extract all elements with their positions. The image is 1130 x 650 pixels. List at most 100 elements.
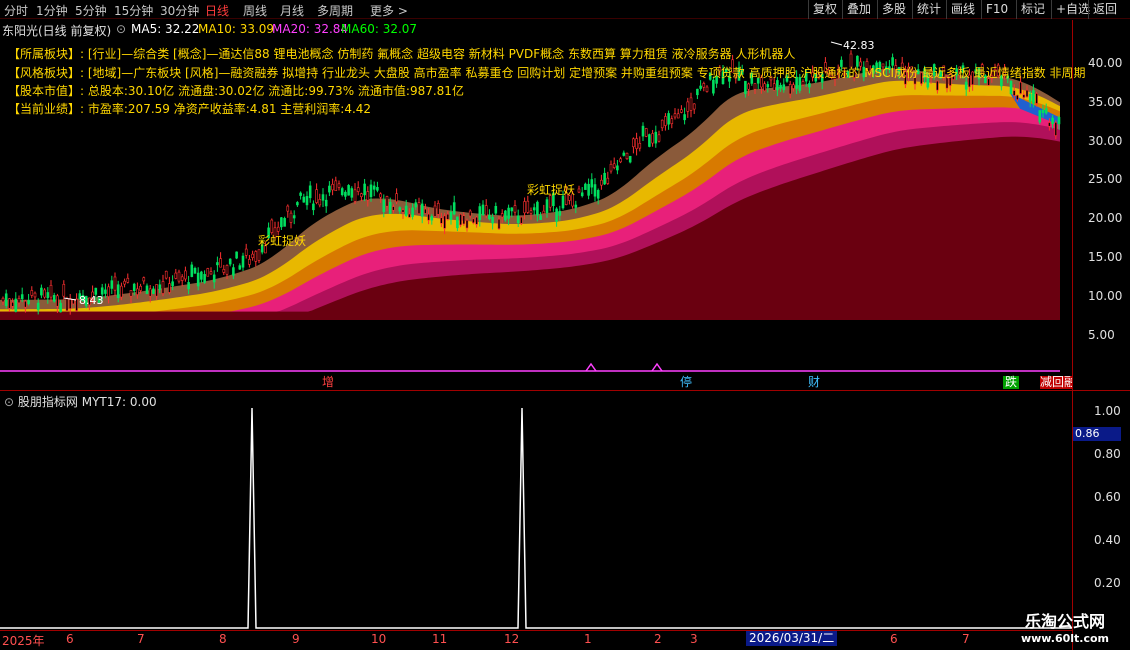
mark-button[interactable]: 标记 (1016, 0, 1049, 19)
candle-body (609, 163, 613, 172)
style-value: [地域]—广东板块 [风格]—融资融券 拟增持 行业龙头 大盘股 高市盈率 私募… (87, 66, 1086, 80)
f10-button[interactable]: F10 (981, 0, 1012, 19)
tf-weekly[interactable]: 周线 (243, 2, 267, 19)
candle-body (174, 272, 178, 279)
indicator-chart[interactable] (0, 392, 1072, 630)
candle-body (302, 196, 306, 203)
candle-body (779, 84, 782, 89)
candle-body (46, 292, 50, 299)
candle-body (1025, 89, 1029, 98)
tf-5min[interactable]: 5分钟 (75, 2, 107, 19)
candle-body (161, 281, 165, 294)
candle-body (699, 85, 702, 89)
high-price-label: 42.83 (843, 39, 875, 52)
tf-more[interactable]: 更多 > (370, 2, 408, 19)
candle-body (49, 285, 53, 298)
candle-body (305, 196, 309, 206)
candle-body (65, 298, 69, 311)
candle-body (433, 205, 437, 217)
candle-body (792, 84, 795, 89)
candle-body (424, 208, 427, 214)
candle-body (24, 300, 27, 308)
candle-body (510, 207, 514, 212)
candle-body (776, 80, 779, 91)
candle-body (654, 131, 658, 144)
candle-body (465, 219, 469, 229)
price-tick: 30.00 (1088, 134, 1123, 148)
event-tag-drop[interactable]: 跌 (1003, 376, 1020, 389)
candle-body (148, 288, 152, 297)
candle-body (276, 226, 280, 232)
watermark: 乐淘公式网 www.60lt.com (1000, 608, 1130, 645)
candle-body (491, 216, 494, 224)
candle-body (27, 300, 30, 304)
event-tag-halt[interactable]: 停 (678, 376, 695, 389)
event-tag-increase[interactable]: 增 (320, 376, 337, 389)
tf-30min[interactable]: 30分钟 (160, 2, 199, 19)
candle-body (411, 207, 414, 217)
price-tick: 25.00 (1088, 172, 1123, 186)
price-tick: 20.00 (1088, 211, 1123, 225)
ma20-label: MA20: 32.84 (272, 22, 349, 36)
candle-body (228, 258, 232, 265)
candle-body (158, 284, 162, 290)
indicator-tick: 0.40 (1094, 533, 1121, 547)
candle-body (30, 290, 34, 296)
candle-body (254, 251, 258, 262)
tf-monthly[interactable]: 月线 (280, 2, 304, 19)
low-price-label: 8.43 (79, 294, 104, 307)
ma5-label: MA5: 32.22 (131, 22, 200, 36)
back-button[interactable]: 返回 (1088, 0, 1121, 19)
candle-body (139, 285, 142, 291)
tf-daily[interactable]: 日线 (205, 2, 229, 19)
candle-body (612, 163, 616, 168)
candle-body (507, 207, 510, 219)
date-tick: 7 (962, 632, 970, 646)
restore-right-button[interactable]: 复权 (808, 0, 841, 19)
tf-15min[interactable]: 15分钟 (114, 2, 153, 19)
candle-body (395, 193, 398, 202)
candle-body (580, 192, 584, 197)
candle-body (116, 284, 120, 299)
stats-button[interactable]: 统计 (912, 0, 945, 19)
candle-body (289, 212, 293, 223)
signal-label-1: 彩虹捉妖 (258, 234, 307, 248)
candle-body (190, 264, 194, 277)
event-tag-buyback[interactable]: 回 (1052, 376, 1065, 389)
overlay-button[interactable]: 叠加 (842, 0, 875, 19)
candle-body (241, 255, 245, 268)
candle-body (408, 213, 411, 218)
candle-body (356, 187, 360, 192)
candle-body (456, 216, 459, 229)
candle-body (312, 203, 315, 211)
share-key: 【股本市值】: (8, 84, 85, 98)
event-tag-finance[interactable]: 财 (806, 376, 823, 389)
event-tag-margin[interactable]: 融 (1064, 376, 1072, 389)
candle-body (641, 125, 645, 137)
date-tick: 11 (432, 632, 448, 646)
ma60-label: MA60: 32.07 (341, 22, 418, 36)
chevron-down-icon[interactable]: ⊙ (116, 22, 126, 36)
candle-body (292, 215, 296, 219)
tf-multi[interactable]: 多周期 (317, 2, 353, 19)
event-tag-reduce[interactable]: 减 (1040, 376, 1053, 389)
share-row: 【股本市值】: 总股本:30.10亿 流通盘:30.02亿 流通比:99.73%… (8, 82, 464, 99)
candle-body (596, 190, 600, 199)
tf-fenshi[interactable]: 分时 (4, 2, 28, 19)
candle-body (936, 80, 939, 91)
candle-body (337, 183, 341, 188)
multi-stock-button[interactable]: 多股 (877, 0, 910, 19)
watermark-url: www.60lt.com (1020, 632, 1110, 645)
candle-body (513, 205, 517, 213)
candle-body (401, 209, 405, 213)
tf-1min[interactable]: 1分钟 (36, 2, 68, 19)
date-tick: 3 (690, 632, 698, 646)
candle-body (126, 277, 130, 283)
draw-line-button[interactable]: 画线 (946, 0, 979, 19)
price-tick: 5.00 (1088, 328, 1115, 342)
candle-body (702, 83, 706, 88)
candle-body (590, 179, 594, 188)
candle-body (347, 185, 350, 196)
candle-body (392, 206, 395, 211)
candle-body (577, 188, 581, 193)
